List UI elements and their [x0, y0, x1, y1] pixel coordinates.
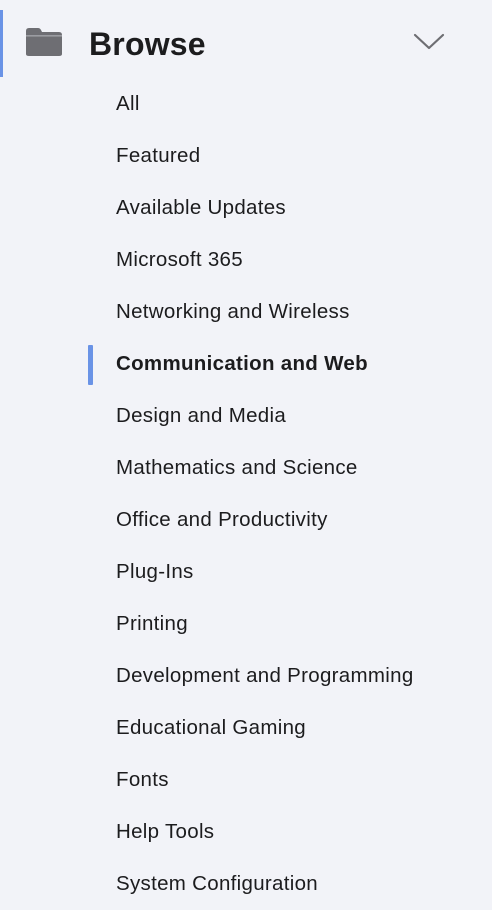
menu-item-label: Educational Gaming — [116, 716, 307, 739]
menu-item-label: Networking and Wireless — [116, 300, 350, 323]
menu-item-help-tools[interactable]: Help Tools — [0, 806, 492, 858]
chevron-down-icon[interactable] — [413, 30, 445, 52]
browse-sidebar: Browse All Featured Available Updates Micro… — [0, 0, 492, 910]
menu-item-available-updates[interactable]: Available Updates — [0, 182, 492, 234]
menu-item-educational-gaming[interactable]: Educational Gaming — [0, 702, 492, 754]
menu-item-label: Microsoft 365 — [116, 248, 243, 271]
menu-item-label: Development and Programming — [116, 664, 414, 687]
menu-item-label: All — [116, 92, 140, 115]
browse-title: Browse — [89, 26, 206, 62]
menu-item-label: Office and Productivity — [116, 508, 328, 531]
browse-section-header[interactable]: Browse — [0, 0, 492, 78]
menu-item-networking-and-wireless[interactable]: Networking and Wireless — [0, 286, 492, 338]
menu-item-label: Featured — [116, 144, 201, 167]
active-indicator — [88, 345, 93, 385]
menu-item-label: Fonts — [116, 768, 169, 791]
menu-item-mathematics-and-science[interactable]: Mathematics and Science — [0, 442, 492, 494]
menu-item-all[interactable]: All — [0, 78, 492, 130]
menu-item-label: System Configuration — [116, 872, 318, 895]
menu-item-label: Mathematics and Science — [116, 456, 358, 479]
menu-item-featured[interactable]: Featured — [0, 130, 492, 182]
menu-item-microsoft-365[interactable]: Microsoft 365 — [0, 234, 492, 286]
folder-icon — [26, 28, 62, 56]
menu-item-label: Available Updates — [116, 196, 286, 219]
header-accent-bar — [0, 10, 3, 77]
menu-item-design-and-media[interactable]: Design and Media — [0, 390, 492, 442]
category-list: All Featured Available Updates Microsoft 36… — [0, 78, 492, 910]
menu-item-label: Plug-Ins — [116, 560, 194, 583]
menu-item-plug-ins[interactable]: Plug-Ins — [0, 546, 492, 598]
menu-item-label: Printing — [116, 612, 188, 635]
menu-item-label: Communication and Web — [116, 352, 368, 375]
menu-item-fonts[interactable]: Fonts — [0, 754, 492, 806]
menu-item-label: Design and Media — [116, 404, 287, 427]
menu-item-system-configuration[interactable]: System Configuration — [0, 858, 492, 910]
menu-item-office-and-productivity[interactable]: Office and Productivity — [0, 494, 492, 546]
menu-item-label: Help Tools — [116, 820, 215, 843]
menu-item-communication-and-web[interactable]: Communication and Web — [0, 338, 492, 390]
menu-item-development-and-programming[interactable]: Development and Programming — [0, 650, 492, 702]
menu-item-printing[interactable]: Printing — [0, 598, 492, 650]
